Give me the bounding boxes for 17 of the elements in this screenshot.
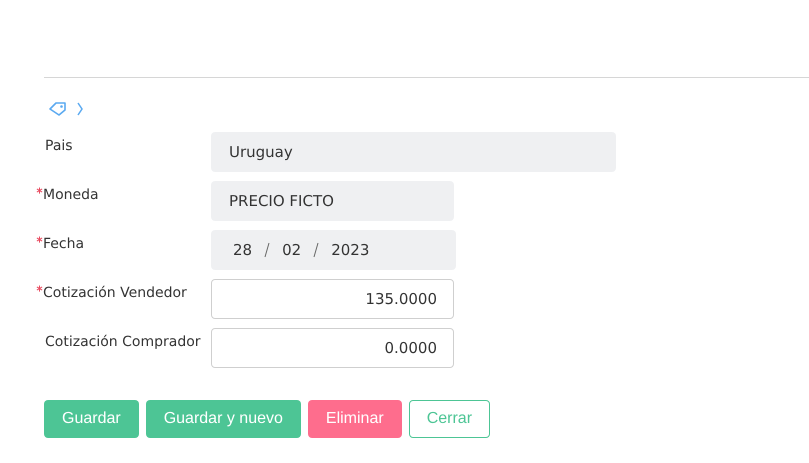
field-label: Cotización Comprador	[45, 334, 201, 351]
readonly-field[interactable]: PRECIO FICTO	[211, 181, 454, 221]
chevron-right-icon[interactable]	[76, 101, 84, 117]
date-part: 02	[282, 241, 302, 259]
number-field[interactable]: 135.0000	[211, 279, 454, 319]
slash-icon	[264, 242, 270, 258]
date-part: 2023	[331, 241, 370, 259]
field-label: Cotización Vendedor	[43, 285, 187, 302]
tag-icon	[48, 101, 68, 117]
readonly-field[interactable]: Uruguay	[211, 132, 616, 172]
slash-icon	[313, 242, 320, 258]
field-label: Fecha	[43, 236, 84, 253]
date-part: 28	[233, 241, 252, 259]
field-label: Pais	[45, 138, 73, 155]
field-label: Moneda	[43, 187, 99, 204]
date-field[interactable]: 28 02 2023	[211, 230, 456, 270]
number-field[interactable]: 0.0000	[211, 328, 454, 368]
